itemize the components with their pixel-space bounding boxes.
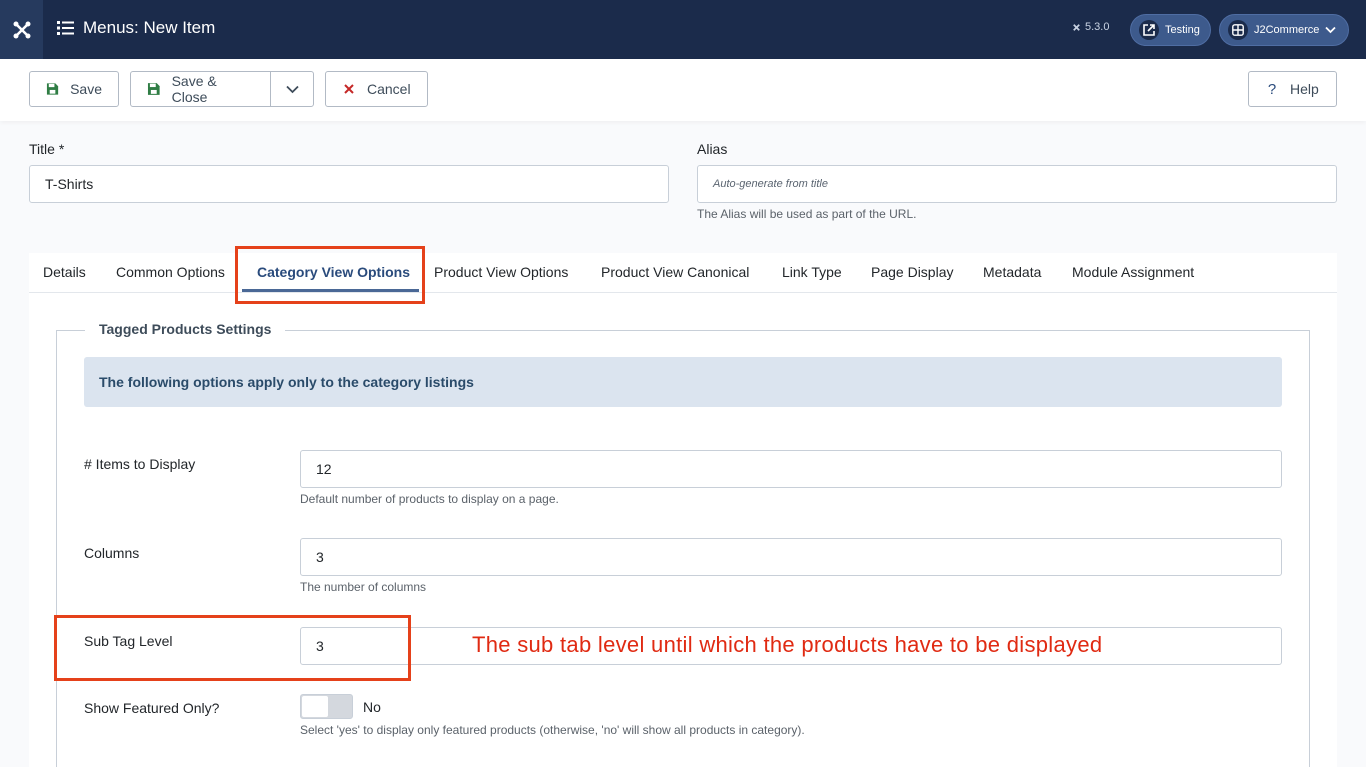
user-grid-icon	[1228, 20, 1248, 40]
close-icon	[344, 84, 354, 94]
tab-metadata[interactable]: Metadata	[983, 264, 1041, 280]
info-alert: The following options apply only to the …	[84, 357, 1282, 407]
columns-hint: The number of columns	[300, 580, 427, 594]
columns-label: Columns	[84, 545, 140, 561]
toggle-knob	[302, 696, 328, 717]
alias-input[interactable]: Auto-generate from title	[697, 165, 1337, 203]
help-button[interactable]: ? Help	[1248, 71, 1337, 107]
save-button-label: Save	[70, 81, 102, 97]
items-to-display-input[interactable]: 12	[300, 450, 1282, 488]
save-close-button-label: Save & Close	[171, 73, 217, 105]
show-featured-hint: Select 'yes' to display only featured pr…	[300, 723, 805, 737]
items-to-display-hint: Default number of products to display on…	[300, 492, 559, 506]
page-title-text: Menus: New Item	[83, 18, 216, 37]
tab-bar: Details Common Options Category View Opt…	[29, 253, 1337, 293]
save-icon	[147, 83, 160, 95]
show-featured-value: No	[363, 699, 381, 715]
cancel-button[interactable]: Cancel	[325, 71, 428, 107]
joomla-small-icon	[1073, 23, 1080, 31]
save-close-button[interactable]: Save & Close	[130, 71, 271, 107]
columns-input[interactable]: 3	[300, 538, 1282, 576]
items-to-display-label: # Items to Display	[84, 456, 196, 472]
tab-common-options[interactable]: Common Options	[116, 264, 225, 280]
save-icon	[46, 83, 59, 95]
external-link-icon	[1139, 20, 1159, 40]
cancel-button-label: Cancel	[367, 81, 411, 97]
top-header: Menus: New Item 5.3.0 Testing J2Commerce	[0, 0, 1366, 59]
tab-module-assignment[interactable]: Module Assignment	[1072, 264, 1194, 280]
save-button[interactable]: Save	[29, 71, 119, 107]
alias-label: Alias	[697, 141, 728, 157]
joomla-logo-icon	[13, 21, 30, 38]
user-menu-button[interactable]: J2Commerce	[1219, 14, 1350, 46]
annotation-highlight-sub-tag	[54, 615, 411, 681]
show-featured-toggle[interactable]	[300, 694, 353, 719]
title-input[interactable]: T-Shirts	[29, 165, 669, 203]
site-button[interactable]: Testing	[1130, 14, 1211, 46]
chevron-down-icon	[285, 85, 299, 93]
show-featured-label: Show Featured Only?	[84, 700, 220, 716]
tab-product-view-canonical[interactable]: Product View Canonical	[601, 264, 749, 280]
site-button-label: Testing	[1165, 24, 1200, 36]
tab-product-view-options[interactable]: Product View Options	[434, 264, 568, 280]
alias-hint: The Alias will be used as part of the UR…	[697, 207, 917, 221]
joomla-logo[interactable]	[0, 0, 43, 59]
info-alert-text: The following options apply only to the …	[99, 374, 474, 390]
tab-details[interactable]: Details	[43, 264, 86, 280]
question-icon: ?	[1267, 80, 1277, 98]
annotation-text: The sub tab level until which the produc…	[472, 632, 1103, 657]
tab-link-type[interactable]: Link Type	[782, 264, 842, 280]
tab-page-display[interactable]: Page Display	[871, 264, 954, 280]
fieldset-legend: Tagged Products Settings	[85, 321, 286, 337]
annotation-highlight-tab	[235, 246, 425, 304]
chevron-down-icon	[1325, 26, 1337, 34]
version-badge: 5.3.0	[1071, 21, 1109, 33]
help-button-label: Help	[1290, 81, 1319, 97]
version-text: 5.3.0	[1085, 21, 1110, 33]
user-menu-label: J2Commerce	[1254, 24, 1320, 36]
page-title: Menus: New Item	[57, 18, 215, 38]
title-label: Title *	[29, 141, 65, 157]
toolbar: Save Save & Close Cancel ? Help	[0, 59, 1366, 121]
save-dropdown-toggle[interactable]	[270, 71, 314, 107]
list-icon	[57, 21, 74, 35]
